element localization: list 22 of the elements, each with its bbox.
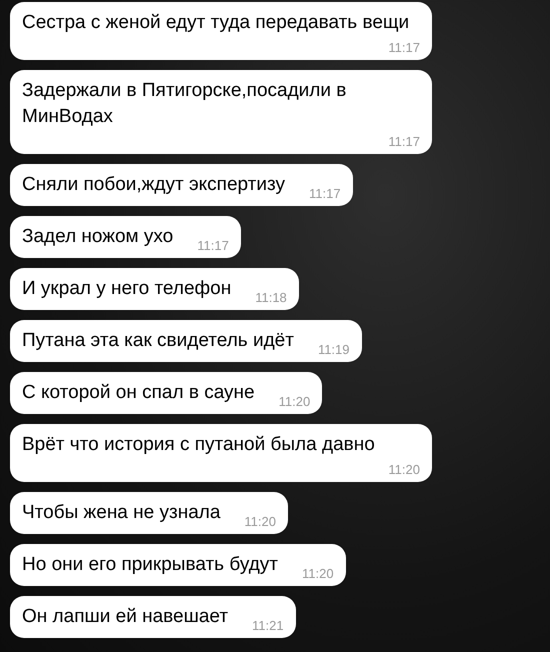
message-text: Сестра с женой едут туда передавать вещи (22, 11, 410, 35)
message-time: 11:19 (316, 342, 350, 358)
message-text: Но они его прикрывать будут (22, 553, 278, 577)
message-time: 11:17 (387, 134, 420, 150)
message-time: 11:17 (196, 238, 229, 254)
message-time: 11:17 (387, 40, 420, 56)
message-time: 11:20 (300, 566, 334, 582)
message-text: Путана эта как свидетель идёт (22, 329, 294, 353)
message-text: Чтобы жена не узнала (22, 501, 220, 525)
message-time: 11:20 (243, 514, 276, 530)
message-text: И украл у него телефон (22, 277, 232, 301)
message-text: Врёт что история с путаной была давно (22, 433, 375, 457)
message-text: Сняли побои,ждут экспертизу (22, 173, 285, 197)
message-time: 11:20 (387, 462, 420, 478)
message-text: Он лапши ей навешает (22, 605, 228, 629)
message-time: 11:20 (278, 394, 310, 410)
message-text: С которой он спал в сауне (22, 381, 255, 405)
message-text: Задержали в Пятигорске,посадили в МинВодах (22, 79, 348, 129)
message-time: 11:18 (254, 290, 287, 306)
message-text: Задел ножом ухо (22, 225, 174, 249)
message-time: 11:17 (308, 186, 341, 202)
message-time: 11:21 (251, 618, 284, 634)
